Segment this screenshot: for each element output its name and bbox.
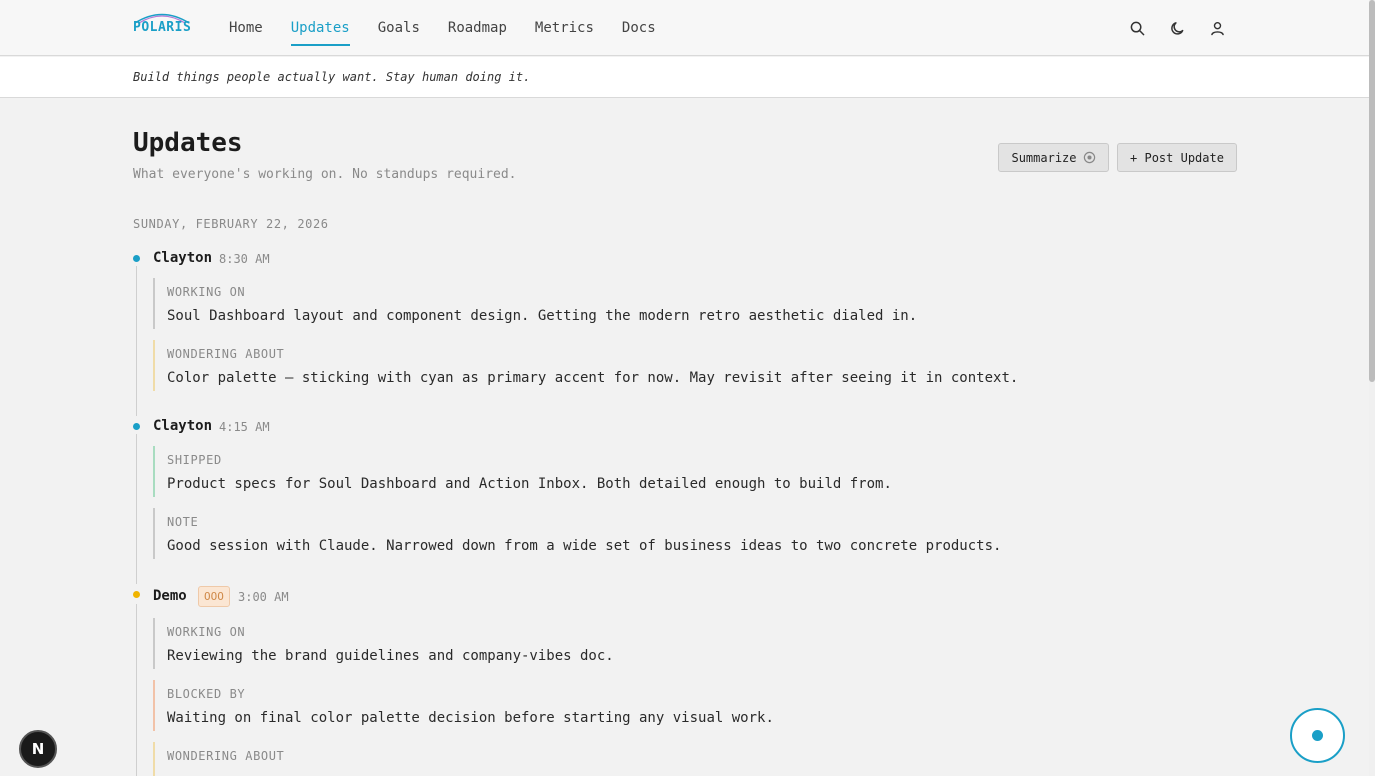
post-update-label: + Post Update xyxy=(1130,150,1224,165)
scrollbar-thumb[interactable] xyxy=(1369,0,1375,382)
status-badge: OOO xyxy=(198,586,230,607)
page-subtitle: What everyone's working on. No standups … xyxy=(133,167,517,182)
logo[interactable]: POLARIS xyxy=(133,10,193,38)
summarize-button[interactable]: Summarize xyxy=(998,143,1109,172)
entry-dot xyxy=(133,255,140,262)
entry-time: 8:30 AM xyxy=(219,252,270,266)
nav-roadmap-label: Roadmap xyxy=(447,20,507,36)
entry-dot xyxy=(133,591,140,598)
block-text: Good session with Claude. Narrowed down … xyxy=(167,538,1002,554)
update-block: WORKING ON Soul Dashboard layout and com… xyxy=(153,278,1155,329)
logo-text: POLARIS xyxy=(133,20,192,35)
update-block: SHIPPED Product specs for Soul Dashboard… xyxy=(153,446,1155,497)
update-block: WONDERING ABOUT Color palette — sticking… xyxy=(153,340,1155,391)
block-text: Reviewing the brand guidelines and compa… xyxy=(167,648,614,664)
record-button[interactable] xyxy=(1290,708,1345,763)
nav-home-label: Home xyxy=(229,20,263,36)
nav-updates[interactable]: Updates xyxy=(290,0,350,56)
target-icon xyxy=(1083,151,1096,164)
nav-docs-label: Docs xyxy=(621,20,656,36)
framework-badge-icon: N xyxy=(31,740,45,758)
block-label: WONDERING ABOUT xyxy=(167,347,285,361)
update-block: BLOCKED BY Waiting on final color palett… xyxy=(153,680,1155,731)
entry-author: Clayton xyxy=(153,418,213,434)
entry-dot xyxy=(133,423,140,430)
nav-home[interactable]: Home xyxy=(229,0,263,56)
tagline: Build things people actually want. Stay … xyxy=(133,70,531,84)
timeline-line xyxy=(136,266,137,416)
block-text: Color palette — sticking with cyan as pr… xyxy=(167,370,1019,386)
nav-metrics[interactable]: Metrics xyxy=(535,0,594,56)
search-icon[interactable] xyxy=(1127,18,1147,38)
block-label: WONDERING ABOUT xyxy=(167,749,285,763)
block-label: WORKING ON xyxy=(167,285,246,299)
entry-author: Demo xyxy=(153,588,187,604)
feed-date-header: SUNDAY, FEBRUARY 22, 2026 xyxy=(133,217,329,231)
block-text: Waiting on final color palette decision … xyxy=(167,710,774,726)
nav-goals-label: Goals xyxy=(377,20,420,36)
block-text: Product specs for Soul Dashboard and Act… xyxy=(167,476,892,492)
record-dot-icon xyxy=(1312,730,1323,741)
top-nav: POLARIS Home Updates Goals Roadmap Metri… xyxy=(0,0,1369,56)
nav-actions xyxy=(1107,18,1227,38)
timeline-line xyxy=(136,434,137,584)
nav-updates-label: Updates xyxy=(290,18,350,46)
page-title: Updates xyxy=(133,128,243,158)
block-label: BLOCKED BY xyxy=(167,687,246,701)
entry-author: Clayton xyxy=(153,250,213,266)
update-block: WONDERING ABOUT xyxy=(153,742,1155,776)
entry-time: 3:00 AM xyxy=(238,590,289,604)
page-scrollbar[interactable] xyxy=(1369,0,1375,776)
block-label: WORKING ON xyxy=(167,625,246,639)
timeline-line xyxy=(136,604,137,776)
update-block: WORKING ON Reviewing the brand guideline… xyxy=(153,618,1155,669)
block-label: NOTE xyxy=(167,515,199,529)
main-nav: Home Updates Goals Roadmap Metrics Docs xyxy=(229,0,684,56)
nav-roadmap[interactable]: Roadmap xyxy=(448,0,507,56)
nav-docs[interactable]: Docs xyxy=(622,0,656,56)
block-text: Soul Dashboard layout and component desi… xyxy=(167,308,918,324)
summarize-label: Summarize xyxy=(1011,150,1077,165)
block-label: SHIPPED xyxy=(167,453,222,467)
nav-goals[interactable]: Goals xyxy=(378,0,420,56)
framework-badge[interactable]: N xyxy=(19,730,57,768)
moon-icon[interactable] xyxy=(1167,18,1187,38)
nav-metrics-label: Metrics xyxy=(534,20,594,36)
post-update-button[interactable]: + Post Update xyxy=(1117,143,1237,172)
entry-time: 4:15 AM xyxy=(219,420,270,434)
tagline-bar: Build things people actually want. Stay … xyxy=(0,57,1369,98)
user-icon[interactable] xyxy=(1207,18,1227,38)
update-block: NOTE Good session with Claude. Narrowed … xyxy=(153,508,1155,559)
